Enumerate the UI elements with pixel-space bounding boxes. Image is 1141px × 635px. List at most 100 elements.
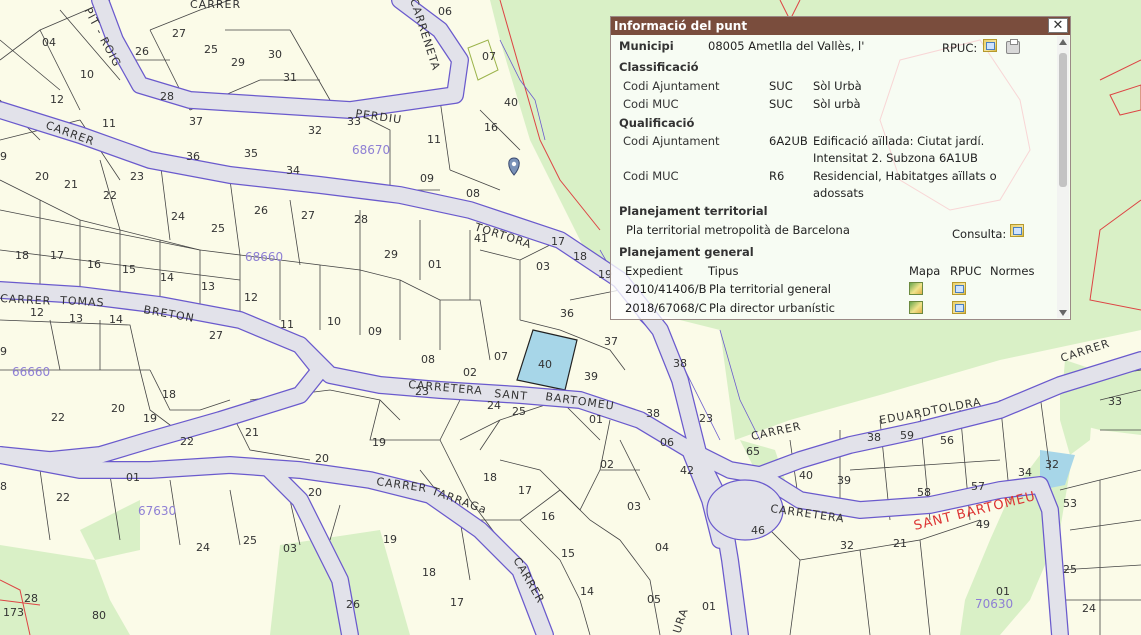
plot-number: 28 — [24, 592, 38, 605]
plot-number: 23 — [415, 385, 429, 398]
plot-number: 36 — [560, 307, 574, 320]
plot-number: 18 — [483, 471, 497, 484]
plot-number: 38 — [867, 431, 881, 444]
column-header-expedient: Expedient — [625, 264, 683, 278]
row-label: Codi Ajuntament — [623, 79, 720, 93]
plot-number: 10 — [327, 315, 341, 328]
plot-number: 9 — [0, 345, 7, 358]
plot-number: 25 — [243, 534, 257, 547]
plot-number: 49 — [976, 518, 990, 531]
tipus-cell: Pla territorial general — [709, 282, 831, 296]
plot-number: 18 — [422, 566, 436, 579]
plot-number: 40 — [504, 96, 518, 109]
plot-number: 11 — [427, 133, 441, 146]
document-icon[interactable] — [983, 39, 997, 52]
plot-number: 20 — [111, 402, 125, 415]
plot-number: 06 — [660, 436, 674, 449]
row-code: 6A2UB — [769, 134, 808, 148]
plot-number: 09 — [368, 325, 382, 338]
plot-number: 59 — [900, 429, 914, 442]
zone-code: 70630 — [975, 597, 1013, 611]
plot-number: 13 — [69, 312, 83, 325]
plot-number: 23 — [699, 412, 713, 425]
plot-number: 02 — [600, 458, 614, 471]
scroll-up-icon[interactable] — [1059, 39, 1067, 45]
plot-number: 17 — [450, 596, 464, 609]
plot-number: 42 — [680, 464, 694, 477]
plot-number: 07 — [494, 350, 508, 363]
plot-number: 39 — [837, 474, 851, 487]
info-panel: Informació del punt ✕ Municipi 08005 Ame… — [610, 16, 1071, 320]
plot-number: 17 — [50, 249, 64, 262]
plot-number: 21 — [64, 178, 78, 191]
expedient-cell: 2018/67068/C — [625, 301, 707, 315]
rpuc-document-icon[interactable] — [952, 282, 966, 295]
expedient-cell: 2010/41406/B — [625, 282, 707, 296]
row-code: R6 — [769, 169, 785, 183]
plot-number: 09 — [420, 172, 434, 185]
zone-code: 67630 — [138, 504, 176, 518]
plot-number: 33 — [347, 115, 361, 128]
plot-number: 56 — [940, 434, 954, 447]
map-icon[interactable] — [909, 282, 923, 295]
plot-number: 25 — [204, 43, 218, 56]
plot-number: 24 — [1082, 602, 1096, 615]
plot-number: 01 — [428, 258, 442, 271]
consulta-label: Consulta: — [952, 227, 1007, 241]
scrollbar-thumb[interactable] — [1059, 53, 1067, 187]
plot-number: 18 — [162, 388, 176, 401]
classificacio-heading: Classificació — [619, 60, 699, 74]
scroll-down-icon[interactable] — [1059, 310, 1067, 316]
row-desc: Intensitat 2. Subzona 6A1UB — [813, 151, 978, 165]
plot-number: 27 — [172, 27, 186, 40]
column-header-mapa: Mapa — [909, 264, 941, 278]
close-button[interactable]: ✕ — [1048, 18, 1068, 33]
row-code: SUC — [769, 97, 793, 111]
plot-number: 53 — [1063, 497, 1077, 510]
plot-number: 15 — [122, 263, 136, 276]
plot-number: 34 — [286, 164, 300, 177]
plot-number: 04 — [655, 541, 669, 554]
plot-number: 36 — [186, 150, 200, 163]
location-pin-icon[interactable] — [508, 157, 520, 176]
plot-number: 04 — [42, 36, 56, 49]
row-desc: Residencial, Habitatges aïllats o — [813, 169, 997, 183]
plot-number: 19 — [143, 412, 157, 425]
plot-number: 24 — [171, 210, 185, 223]
plot-number: 01 — [996, 585, 1010, 598]
plot-number: 173 — [3, 606, 24, 619]
plot-number: 26 — [346, 598, 360, 611]
street-label: CARRER — [190, 0, 241, 11]
plot-number: 25 — [211, 222, 225, 235]
plot-number: 10 — [80, 68, 94, 81]
plot-number: 16 — [484, 121, 498, 134]
street-label: URA — [670, 606, 690, 635]
print-icon[interactable] — [1006, 39, 1020, 54]
plot-number: 24 — [487, 399, 501, 412]
plot-number: 18 — [573, 250, 587, 263]
plot-number: 33 — [1108, 395, 1122, 408]
rpuc-label: RPUC: — [942, 41, 978, 55]
plot-number: 22 — [51, 411, 65, 424]
row-label: Codi MUC — [623, 169, 679, 183]
tipus-cell: Pla director urbanístic — [709, 301, 835, 315]
plot-number: 22 — [103, 189, 117, 202]
municipi-value: 08005 Ametlla del Vallès, l' — [708, 39, 865, 53]
plot-number: 12 — [30, 306, 44, 319]
plot-number: 57 — [971, 480, 985, 493]
plot-number: 18 — [15, 249, 29, 262]
row-desc: adossats — [813, 186, 864, 200]
rpuc-document-icon[interactable] — [952, 301, 966, 314]
plot-number: 03 — [536, 260, 550, 273]
plot-number: 22 — [56, 491, 70, 504]
plot-number: 05 — [647, 593, 661, 606]
territorial-heading: Planejament territorial — [619, 204, 768, 218]
map-icon[interactable] — [909, 301, 923, 314]
plot-number: 32 — [308, 124, 322, 137]
plot-number: 38 — [673, 357, 687, 370]
plot-number: 13 — [201, 280, 215, 293]
consulta-document-icon[interactable] — [1010, 224, 1024, 237]
plot-number: 37 — [189, 115, 203, 128]
plot-number: 17 — [518, 484, 532, 497]
plot-number: 32 — [1045, 458, 1059, 471]
